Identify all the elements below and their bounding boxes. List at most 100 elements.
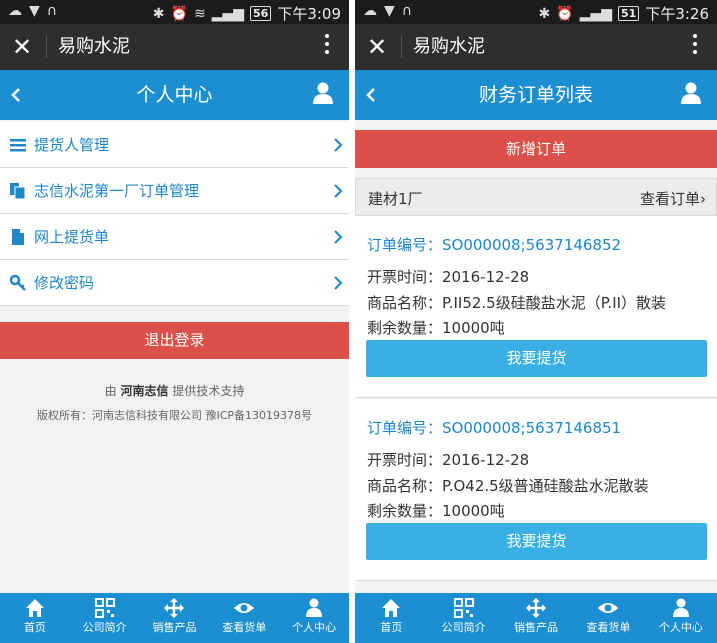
status-bar: ☁ ▼ ∩ ✱ ⏰ ≋ ▂▄▆ 56 下午3:09 <box>0 0 349 24</box>
list-icon <box>10 139 26 152</box>
tab-profile[interactable]: 个人中心 <box>645 593 717 643</box>
support-company-link[interactable]: 河南志信 <box>120 384 168 398</box>
menu-item-label: 提货人管理 <box>34 136 110 154</box>
app-title: 易购水泥 <box>413 36 485 57</box>
support-prefix: 由 <box>104 384 117 398</box>
invoice-time: 开票时间：2016-12-28 <box>367 268 530 286</box>
tab-label: 个人中心 <box>658 621 703 634</box>
app-bar: ✕ 易购水泥 <box>0 24 349 70</box>
move-arrows-icon <box>164 598 185 618</box>
logout-button[interactable]: 退出登录 <box>0 322 349 359</box>
eye-icon <box>598 603 619 613</box>
tab-products[interactable]: 销售产品 <box>140 593 210 643</box>
remaining-quantity: 剩余数量：10000吨 <box>367 502 505 520</box>
headset-icon: ∩ <box>401 3 413 19</box>
tab-company-intro[interactable]: 公司简介 <box>70 593 140 643</box>
tab-products[interactable]: 销售产品 <box>500 593 572 643</box>
add-order-button[interactable]: 新增订单 <box>355 130 717 168</box>
signal-icon: ▂▄▆ <box>211 5 244 22</box>
tab-label: 首页 <box>23 621 46 634</box>
tab-label: 公司简介 <box>82 621 127 634</box>
order-card: 订单编号：SO000008;5637146851 开票时间：2016-12-28… <box>355 399 717 581</box>
home-icon <box>25 599 44 617</box>
move-arrows-icon <box>526 598 547 618</box>
app-title: 易购水泥 <box>58 36 130 57</box>
bluetooth-icon: ✱ <box>152 5 165 22</box>
signal-icon: ▂▄▆ <box>579 5 612 22</box>
right-screen: ☁ ▼ ∩ ✱ ⏰ ▂▄▆ 51 下午3:26 ✕ 易购水泥 财务订单列表 新增… <box>355 0 717 643</box>
tab-label: 公司简介 <box>441 621 486 634</box>
tab-view-orders[interactable]: 查看货单 <box>209 593 279 643</box>
invoice-time: 开票时间：2016-12-28 <box>367 451 530 469</box>
notification-icon: ☁ <box>363 3 377 19</box>
order-number: 订单编号：SO000008;5637146851 <box>367 419 622 437</box>
user-profile-icon[interactable] <box>313 82 333 106</box>
pickup-button[interactable]: 我要提货 <box>366 523 707 560</box>
menu-list: 提货人管理 志信水泥第一厂订单管理 网上提货单 修改密码 <box>0 122 349 306</box>
close-icon[interactable]: ✕ <box>367 33 387 61</box>
shield-icon: ▼ <box>29 3 40 19</box>
chevron-right-icon <box>334 230 343 244</box>
bottom-tab-bar: 首页 公司简介 销售产品 查看货单 个人中心 <box>0 593 349 643</box>
status-time: 下午3:09 <box>277 5 341 23</box>
page-title: 财务订单列表 <box>478 84 593 106</box>
tab-company-intro[interactable]: 公司简介 <box>427 593 499 643</box>
chevron-right-icon: › <box>700 190 706 208</box>
pickup-button[interactable]: 我要提货 <box>366 340 707 377</box>
user-icon <box>306 598 323 617</box>
chevron-right-icon <box>334 138 343 152</box>
user-profile-icon[interactable] <box>681 82 701 106</box>
alarm-icon: ⏰ <box>556 5 574 22</box>
menu-item-pickup-person[interactable]: 提货人管理 <box>0 122 349 168</box>
factory-name: 建材1厂 <box>368 190 423 208</box>
page-title: 个人中心 <box>136 84 213 106</box>
key-icon <box>10 275 26 291</box>
tab-label: 首页 <box>380 621 403 634</box>
support-suffix: 提供技术支持 <box>172 384 245 398</box>
product-name: 商品名称：P.O42.5级普通硅酸盐水泥散装 <box>367 477 649 495</box>
copyright-text: 版权所有：河南志信科技有限公司 豫ICP备13019378号 <box>36 409 313 422</box>
menu-item-label: 志信水泥第一厂订单管理 <box>34 182 200 200</box>
qr-code-icon <box>94 598 115 618</box>
menu-item-order-management[interactable]: 志信水泥第一厂订单管理 <box>0 168 349 214</box>
menu-item-online-pickup[interactable]: 网上提货单 <box>0 214 349 260</box>
status-bar: ☁ ▼ ∩ ✱ ⏰ ▂▄▆ 51 下午3:26 <box>355 0 717 24</box>
tab-label: 查看货单 <box>586 621 631 634</box>
tab-label: 个人中心 <box>292 621 337 634</box>
divider <box>401 36 402 58</box>
tab-profile[interactable]: 个人中心 <box>279 593 349 643</box>
menu-item-change-password[interactable]: 修改密码 <box>0 260 349 306</box>
left-screen: ☁ ▼ ∩ ✱ ⏰ ≋ ▂▄▆ 56 下午3:09 ✕ 易购水泥 个人中心 提货… <box>0 0 349 643</box>
file-icon <box>12 229 24 245</box>
menu-item-label: 修改密码 <box>34 274 95 292</box>
more-menu-icon[interactable] <box>693 34 699 58</box>
tab-label: 销售产品 <box>514 621 559 634</box>
menu-item-label: 网上提货单 <box>34 228 110 246</box>
tab-label: 销售产品 <box>152 621 197 634</box>
documents-icon <box>10 183 26 199</box>
battery-level: 51 <box>618 6 640 21</box>
tab-home[interactable]: 首页 <box>0 593 70 643</box>
tab-view-orders[interactable]: 查看货单 <box>572 593 644 643</box>
status-time: 下午3:26 <box>645 5 709 23</box>
tech-support-note: 由 河南志信 提供技术支持 <box>0 382 349 399</box>
order-card: 订单编号：SO000008;5637146852 开票时间：2016-12-28… <box>355 216 717 398</box>
status-right-icons: ✱ ⏰ ▂▄▆ 51 下午3:26 <box>539 3 709 24</box>
qr-code-icon <box>453 598 474 618</box>
status-left-icons: ☁ ▼ ∩ <box>363 3 412 19</box>
tab-home[interactable]: 首页 <box>355 593 427 643</box>
page-header: 财务订单列表 <box>355 70 717 120</box>
status-right-icons: ✱ ⏰ ≋ ▂▄▆ 56 下午3:09 <box>153 3 341 24</box>
tab-label: 查看货单 <box>222 621 267 634</box>
divider <box>46 36 47 58</box>
more-menu-icon[interactable] <box>325 34 331 58</box>
close-icon[interactable]: ✕ <box>12 33 32 61</box>
view-orders-link[interactable]: 查看订单› <box>640 188 706 209</box>
wifi-icon: ≋ <box>193 5 206 22</box>
remaining-quantity: 剩余数量：10000吨 <box>367 319 505 337</box>
user-icon <box>672 598 689 617</box>
battery-level: 56 <box>250 6 272 21</box>
notification-icon: ☁ <box>8 3 22 19</box>
bottom-tab-bar: 首页 公司简介 销售产品 查看货单 个人中心 <box>355 593 717 643</box>
eye-icon <box>234 603 255 613</box>
